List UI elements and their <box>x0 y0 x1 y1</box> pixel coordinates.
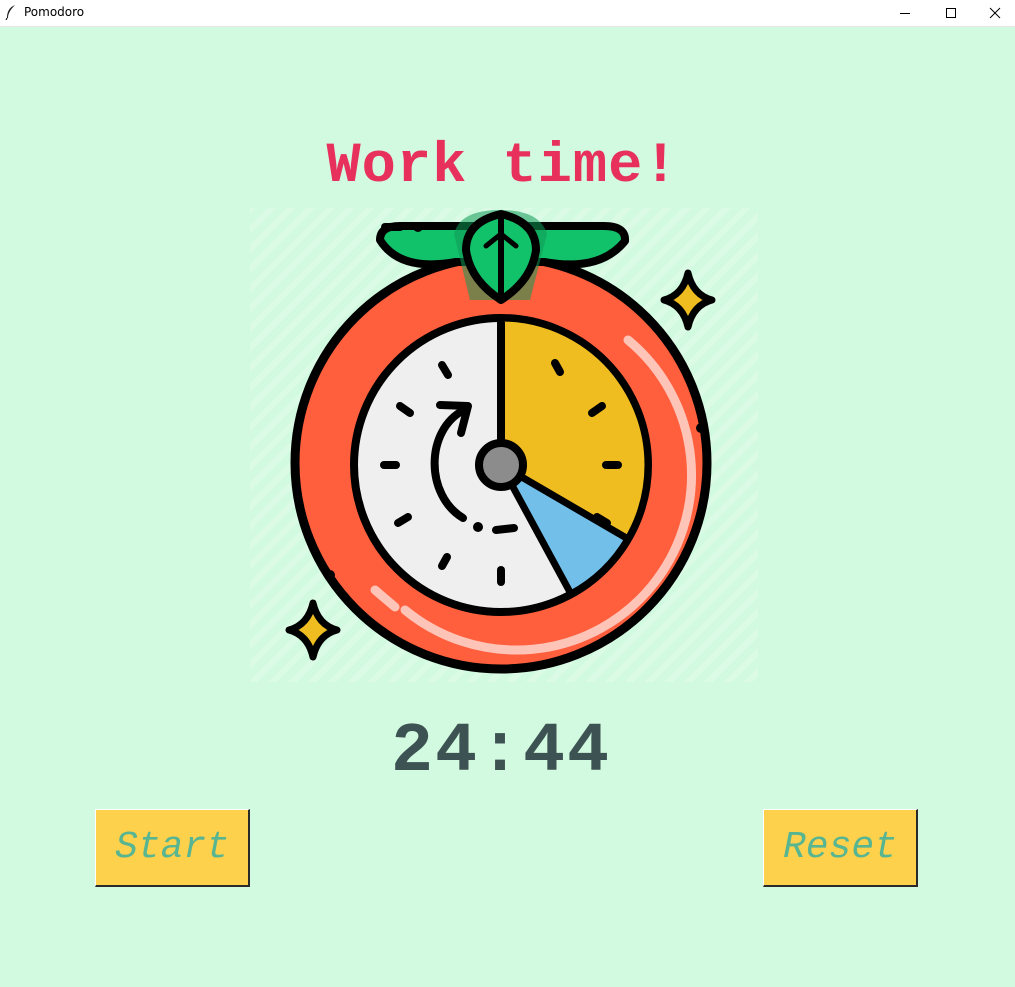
maximize-icon <box>946 8 956 18</box>
maximize-button[interactable] <box>928 0 974 26</box>
minimize-icon <box>900 13 910 14</box>
start-button[interactable]: Start <box>95 809 250 887</box>
window-title: Pomodoro <box>24 5 85 19</box>
tomato-timer-icon <box>250 208 758 682</box>
feather-icon <box>5 5 15 20</box>
close-icon <box>989 7 1001 19</box>
countdown-timer: 24:44 <box>390 713 612 792</box>
reset-button[interactable]: Reset <box>763 809 918 887</box>
minimize-button[interactable] <box>882 0 928 26</box>
app-canvas: Work time! 24:44 Start Reset <box>0 27 1015 987</box>
status-heading: Work time! <box>326 135 679 199</box>
title-bar: Pomodoro <box>0 0 1015 27</box>
close-button[interactable] <box>972 0 1015 26</box>
